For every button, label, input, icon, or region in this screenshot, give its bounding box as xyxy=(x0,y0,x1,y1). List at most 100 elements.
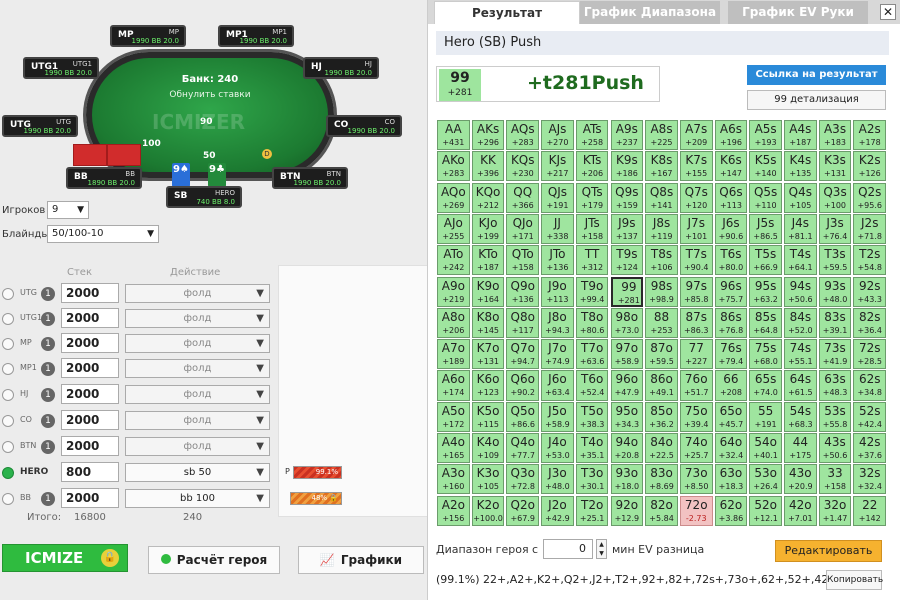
hand-cell[interactable]: J3o +48.0 xyxy=(541,464,574,495)
hand-cell[interactable]: T4o +35.1 xyxy=(575,433,609,464)
hand-cell[interactable]: 76s +79.4 xyxy=(714,339,748,370)
hand-cell[interactable]: T7s +90.4 xyxy=(679,245,713,276)
hand-cell[interactable]: 97s +85.8 xyxy=(679,276,713,307)
hand-cell[interactable]: 75s +68.0 xyxy=(749,339,782,370)
hand-cell[interactable]: T2s +54.8 xyxy=(853,245,887,276)
hand-cell[interactable]: 92s +43.3 xyxy=(853,276,887,307)
stack-input[interactable]: 2000 xyxy=(61,333,119,353)
hand-cell[interactable]: 74o +25.7 xyxy=(679,433,713,464)
action-select[interactable]: фолд ▼ xyxy=(125,334,270,353)
hand-cell[interactable]: A3o +160 xyxy=(437,464,470,495)
action-select[interactable]: фолд ▼ xyxy=(125,437,270,456)
hand-cell[interactable]: Q6o +90.2 xyxy=(506,370,540,401)
hand-cell[interactable]: KK +396 xyxy=(471,151,505,182)
stack-input[interactable]: 2000 xyxy=(61,410,119,430)
hand-cell[interactable]: T9s +124 xyxy=(610,245,644,276)
hand-cell[interactable]: J2s +71.8 xyxy=(853,213,887,245)
hand-cell[interactable]: K5s +140 xyxy=(749,151,782,182)
hand-cell[interactable]: A4o +165 xyxy=(437,433,470,464)
seat-hj[interactable]: HJ HJ 1990 BB 20.0 xyxy=(303,57,379,79)
hand-cell[interactable]: AA +431 xyxy=(437,120,470,151)
hand-cell[interactable]: Q8o +117 xyxy=(506,307,540,338)
hand-cell[interactable]: 86o +49.1 xyxy=(645,370,678,401)
hand-cell[interactable]: T3o +30.1 xyxy=(575,464,609,495)
stack-input[interactable]: 800 xyxy=(61,462,119,482)
seat-btn[interactable]: BTN BTN 1990 BB 20.0 xyxy=(272,167,348,189)
hand-cell[interactable]: 72s +28.5 xyxy=(853,339,887,370)
hand-cell[interactable]: K6s +147 xyxy=(714,151,748,182)
players-count-select[interactable]: 9 ▼ xyxy=(47,201,89,219)
hand-cell[interactable]: Q7o +94.7 xyxy=(506,339,540,370)
hand-cell[interactable]: 62s +34.8 xyxy=(853,370,887,401)
hand-cell[interactable]: 85s +64.8 xyxy=(749,307,782,338)
hand-cell[interactable]: J2o +42.9 xyxy=(541,495,574,526)
action-select[interactable]: фолд ▼ xyxy=(125,385,270,404)
hand-cell[interactable]: JTs +158 xyxy=(575,213,609,245)
hand-cell[interactable]: KTo +187 xyxy=(471,245,505,276)
hero-radio[interactable] xyxy=(2,313,14,325)
hand-cell[interactable]: 52s +42.4 xyxy=(853,401,887,432)
hand-cell[interactable]: Q6s +113 xyxy=(714,182,748,213)
hand-cell[interactable]: T5o +38.3 xyxy=(575,401,609,432)
action-select[interactable]: фолд ▼ xyxy=(125,309,270,328)
hand-cell[interactable]: J5s +86.5 xyxy=(749,213,782,245)
hand-cell[interactable]: Q4o +77.7 xyxy=(506,433,540,464)
hand-cell[interactable]: AKs +296 xyxy=(471,120,505,151)
hand-cell[interactable]: A9s +237 xyxy=(610,120,644,151)
hand-cell[interactable]: 53s +55.8 xyxy=(818,401,852,432)
hand-cell[interactable]: QJs +191 xyxy=(541,182,574,213)
hand-cell[interactable]: QTs +179 xyxy=(575,182,609,213)
hand-cell[interactable]: K4o +109 xyxy=(471,433,505,464)
hand-cell[interactable]: 65o +45.7 xyxy=(714,401,748,432)
hand-cell[interactable]: J4o +53.0 xyxy=(541,433,574,464)
hand-cell[interactable]: AQs +283 xyxy=(506,120,540,151)
hand-cell[interactable]: 52o +12.1 xyxy=(749,495,782,526)
hand-cell[interactable]: 44 +175 xyxy=(784,433,817,464)
seat-utg1[interactable]: UTG1 UTG1 1990 BB 20.0 xyxy=(23,57,99,79)
hand-cell[interactable]: J4s +81.1 xyxy=(784,213,817,245)
hand-cell[interactable]: Q5o +86.6 xyxy=(506,401,540,432)
hand-cell[interactable]: Q9s +159 xyxy=(610,182,644,213)
stack-input[interactable]: 2000 xyxy=(61,384,119,404)
hand-cell[interactable]: T6s +80.0 xyxy=(714,245,748,276)
hand-cell[interactable]: K8o +145 xyxy=(471,307,505,338)
hand-cell[interactable]: 73s +41.9 xyxy=(818,339,852,370)
hand-cell[interactable]: AQo +269 xyxy=(437,182,470,213)
hand-cell[interactable]: JTo +136 xyxy=(541,245,574,276)
hand-cell[interactable]: 32o +1.47 xyxy=(818,495,852,526)
hero-radio[interactable] xyxy=(2,338,14,350)
hand-cell[interactable]: T8s +106 xyxy=(645,245,678,276)
hand-cell[interactable]: 93s +48.0 xyxy=(818,276,852,307)
seat-co[interactable]: CO CO 1990 BB 20.0 xyxy=(326,115,402,137)
hand-cell[interactable]: 43s +50.6 xyxy=(818,433,852,464)
hand-cell[interactable]: AJo +255 xyxy=(437,213,470,245)
hand-cell[interactable]: Q5s +110 xyxy=(749,182,782,213)
hand-cell[interactable]: 55 +191 xyxy=(749,401,782,432)
hand-cell[interactable]: J8s +119 xyxy=(645,213,678,245)
hand-cell[interactable]: KTs +206 xyxy=(575,151,609,182)
hand-cell[interactable]: 94o +20.8 xyxy=(610,433,644,464)
hand-cell[interactable]: Q3s +100 xyxy=(818,182,852,213)
hero-radio[interactable] xyxy=(2,467,14,479)
hand-cell[interactable]: 65s +74.0 xyxy=(749,370,782,401)
hand-cell[interactable]: KJo +199 xyxy=(471,213,505,245)
hand-cell[interactable]: 62o +3.86 xyxy=(714,495,748,526)
hand-cell[interactable]: 54o +40.1 xyxy=(749,433,782,464)
hand-cell[interactable]: K3s +131 xyxy=(818,151,852,182)
hand-cell[interactable]: Q2s +95.6 xyxy=(853,182,887,213)
edit-button[interactable]: Редактировать xyxy=(775,540,882,562)
hand-cell[interactable]: ATo +242 xyxy=(437,245,470,276)
hand-cell[interactable]: 95o +34.3 xyxy=(610,401,644,432)
hand-cell[interactable]: J7s +101 xyxy=(679,213,713,245)
hand-cell[interactable]: 64o +32.4 xyxy=(714,433,748,464)
hand-cell[interactable]: 88 +253 xyxy=(645,307,678,338)
hand-cell[interactable]: 22 +142 xyxy=(853,495,887,526)
hand-cell[interactable]: 64s +61.5 xyxy=(784,370,817,401)
hand-cell[interactable]: J9o +113 xyxy=(541,276,574,307)
copy-button[interactable]: Копировать xyxy=(826,570,883,590)
hand-cell[interactable]: KQo +212 xyxy=(471,182,505,213)
hand-cell[interactable]: A5s +193 xyxy=(749,120,782,151)
hand-cell[interactable]: 86s +76.8 xyxy=(714,307,748,338)
hand-cell[interactable]: 72o -2.73 xyxy=(679,495,713,526)
hand-cell[interactable]: 77 +227 xyxy=(679,339,713,370)
